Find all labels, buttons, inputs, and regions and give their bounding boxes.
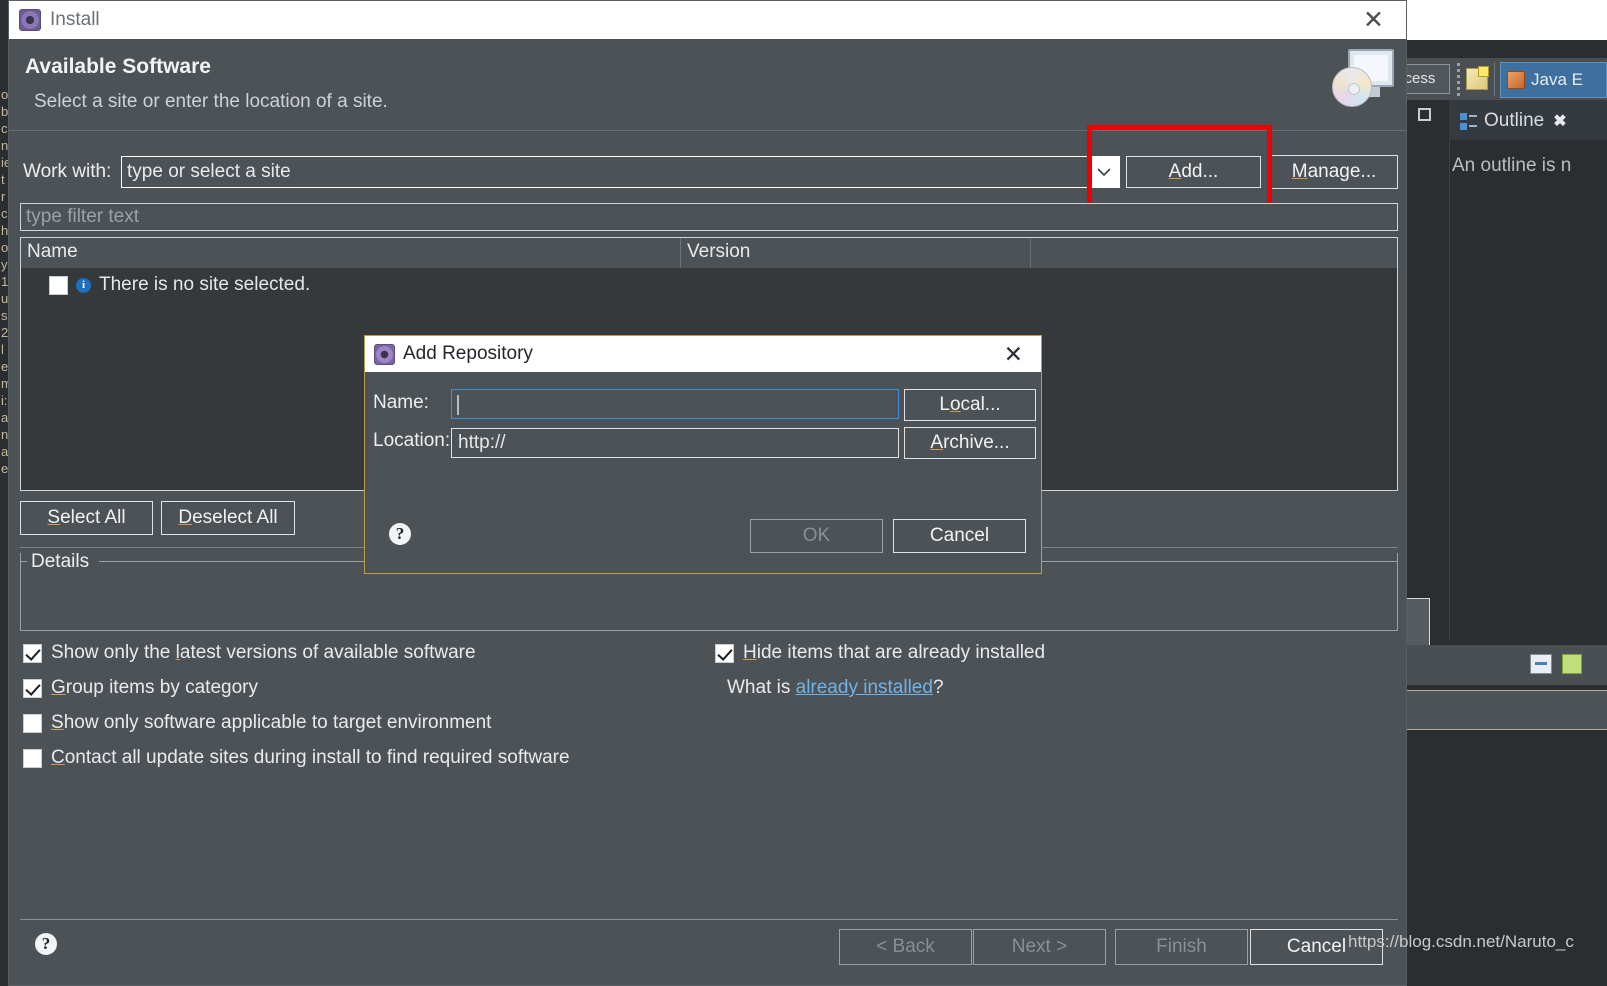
add-repository-dialog: Add Repository ✕ Name: Lo cal... Location… <box>364 335 1042 574</box>
wizard-title-bar: Install ✕ <box>9 1 1406 39</box>
manage-button[interactable]: Manage... <box>1270 155 1398 189</box>
finish-button[interactable]: Finish <box>1115 929 1248 965</box>
checkbox-target-environment[interactable]: Show only software applicable to target … <box>23 712 491 734</box>
toolbar-drag-handle[interactable] <box>1456 60 1462 98</box>
filter-input[interactable]: type filter text <box>20 203 1398 231</box>
perspective-tab-java-ee[interactable]: Java E <box>1500 62 1607 98</box>
checkbox-indicator[interactable] <box>23 713 42 733</box>
column-header-extra[interactable] <box>1031 238 1397 268</box>
location-label: Location: <box>373 430 451 451</box>
manage-button-label: anage... <box>1307 161 1377 182</box>
ide-status-strip <box>1407 690 1607 730</box>
checkbox-show-latest-versions[interactable]: Show only the latest versions of availab… <box>23 642 476 664</box>
close-icon[interactable]: ✕ <box>1004 342 1023 366</box>
local-button-mnemonic: o <box>949 394 961 415</box>
already-installed-lead: What is <box>727 677 796 698</box>
checkbox-indicator[interactable] <box>23 748 42 768</box>
column-header-version[interactable]: Version <box>681 238 1031 268</box>
bug-icon[interactable] <box>1562 654 1582 674</box>
add-button[interactable]: Add... <box>1126 156 1261 188</box>
add-button-mnemonic: A <box>1168 161 1182 182</box>
info-icon: i <box>76 277 91 293</box>
checkbox-indicator[interactable] <box>715 643 734 663</box>
repository-gear-icon <box>374 343 395 365</box>
column-header-name[interactable]: Name <box>21 238 681 268</box>
row-label: There is no site selected. <box>99 274 311 295</box>
manage-button-mnemonic: M <box>1291 161 1308 182</box>
table-header-row: Name Version <box>21 238 1397 268</box>
already-installed-tail: ? <box>932 677 944 698</box>
install-banner-image <box>1332 45 1396 113</box>
add-button-label: dd... <box>1181 161 1219 182</box>
checkbox-group-by-category[interactable]: Group items by category <box>23 677 258 699</box>
checkbox-label: Show only software applicable to target … <box>51 712 492 733</box>
java-ee-perspective-icon <box>1507 71 1525 89</box>
close-icon[interactable]: ✖ <box>1553 111 1566 131</box>
checkbox-label: Contact all update sites during install … <box>51 747 570 768</box>
deselect-all-button[interactable]: Deselect All <box>161 501 295 535</box>
checkbox-label: Group items by category <box>51 677 258 698</box>
checkbox-hide-installed-items[interactable]: Hide items that are already installed <box>715 642 1045 664</box>
already-installed-link[interactable]: already installed <box>796 677 933 698</box>
outline-icon <box>1460 112 1477 130</box>
watermark: https://blog.csdn.net/Naruto_c <box>1348 932 1574 951</box>
checkbox-label: Hide items that are already installed <box>743 642 1046 663</box>
work-with-label: Work with: <box>23 161 112 182</box>
outline-empty-message: An outline is n <box>1452 155 1572 176</box>
select-all-label: elect All <box>60 507 126 528</box>
row-checkbox[interactable] <box>49 275 68 295</box>
work-with-input[interactable]: type or select a site <box>121 156 1089 188</box>
ide-editor-area <box>1407 100 1449 640</box>
ide-title-bar <box>1390 0 1607 40</box>
wizard-title: Install <box>50 9 100 30</box>
ok-button[interactable]: OK <box>750 519 883 553</box>
toolbar-separator <box>1494 62 1495 96</box>
modal-title-bar: Add Repository ✕ <box>365 336 1041 372</box>
local-button-pre: L <box>939 394 950 415</box>
perspective-tab-label: Java E <box>1531 70 1583 89</box>
chevron-down-icon[interactable] <box>1088 156 1120 188</box>
checkbox-indicator[interactable] <box>23 643 42 663</box>
page-subtitle: Select a site or enter the location of a… <box>34 91 388 112</box>
select-all-button[interactable]: Select All <box>20 501 153 535</box>
outline-tab-label: Outline <box>1484 110 1545 131</box>
install-gear-icon <box>19 9 41 31</box>
checkbox-contact-update-sites[interactable]: Contact all update sites during install … <box>23 747 570 769</box>
maximize-icon[interactable] <box>1418 108 1431 121</box>
help-icon[interactable]: ? <box>35 933 57 955</box>
local-button[interactable]: Lo cal... <box>904 389 1036 421</box>
tab-outline[interactable]: Outline ✖ <box>1452 102 1575 140</box>
select-all-mnemonic: S <box>47 507 61 528</box>
deselect-all-label: eselect All <box>192 507 278 528</box>
details-legend: Details <box>27 551 94 573</box>
screen-root: ccess Java E Outline ✖ An outline is n o… <box>0 0 1607 986</box>
name-input[interactable] <box>451 389 899 419</box>
archive-button[interactable]: Archive... <box>904 427 1036 459</box>
modal-title: Add Repository <box>403 343 533 364</box>
next-button[interactable]: Next > <box>973 929 1106 965</box>
close-icon[interactable]: ✕ <box>1363 7 1384 33</box>
cancel-button[interactable]: Cancel <box>893 519 1026 553</box>
local-button-post: cal... <box>960 394 1001 415</box>
wizard-header: Available Software Select a site or ente… <box>9 39 1406 131</box>
copy-icon[interactable] <box>1530 654 1552 674</box>
name-label: Name: <box>373 392 429 413</box>
archive-button-mnemonic: A <box>930 432 944 453</box>
page-title: Available Software <box>25 55 211 78</box>
table-row[interactable]: i There is no site selected. <box>21 268 310 302</box>
archive-button-post: rchive... <box>943 432 1010 453</box>
deselect-all-mnemonic: D <box>178 507 193 528</box>
already-installed-line: What is already installed? <box>727 677 944 699</box>
outline-view <box>1449 100 1607 640</box>
footer-divider <box>20 919 1398 920</box>
back-button[interactable]: < Back <box>839 929 972 965</box>
cd-disc-icon <box>1332 67 1372 107</box>
checkbox-label: Show only the latest versions of availab… <box>51 642 476 663</box>
text-caret <box>457 395 459 415</box>
checkbox-indicator[interactable] <box>23 678 42 698</box>
help-icon[interactable]: ? <box>389 523 411 545</box>
new-project-icon[interactable] <box>1466 66 1489 90</box>
location-input[interactable]: http:// <box>451 428 899 458</box>
